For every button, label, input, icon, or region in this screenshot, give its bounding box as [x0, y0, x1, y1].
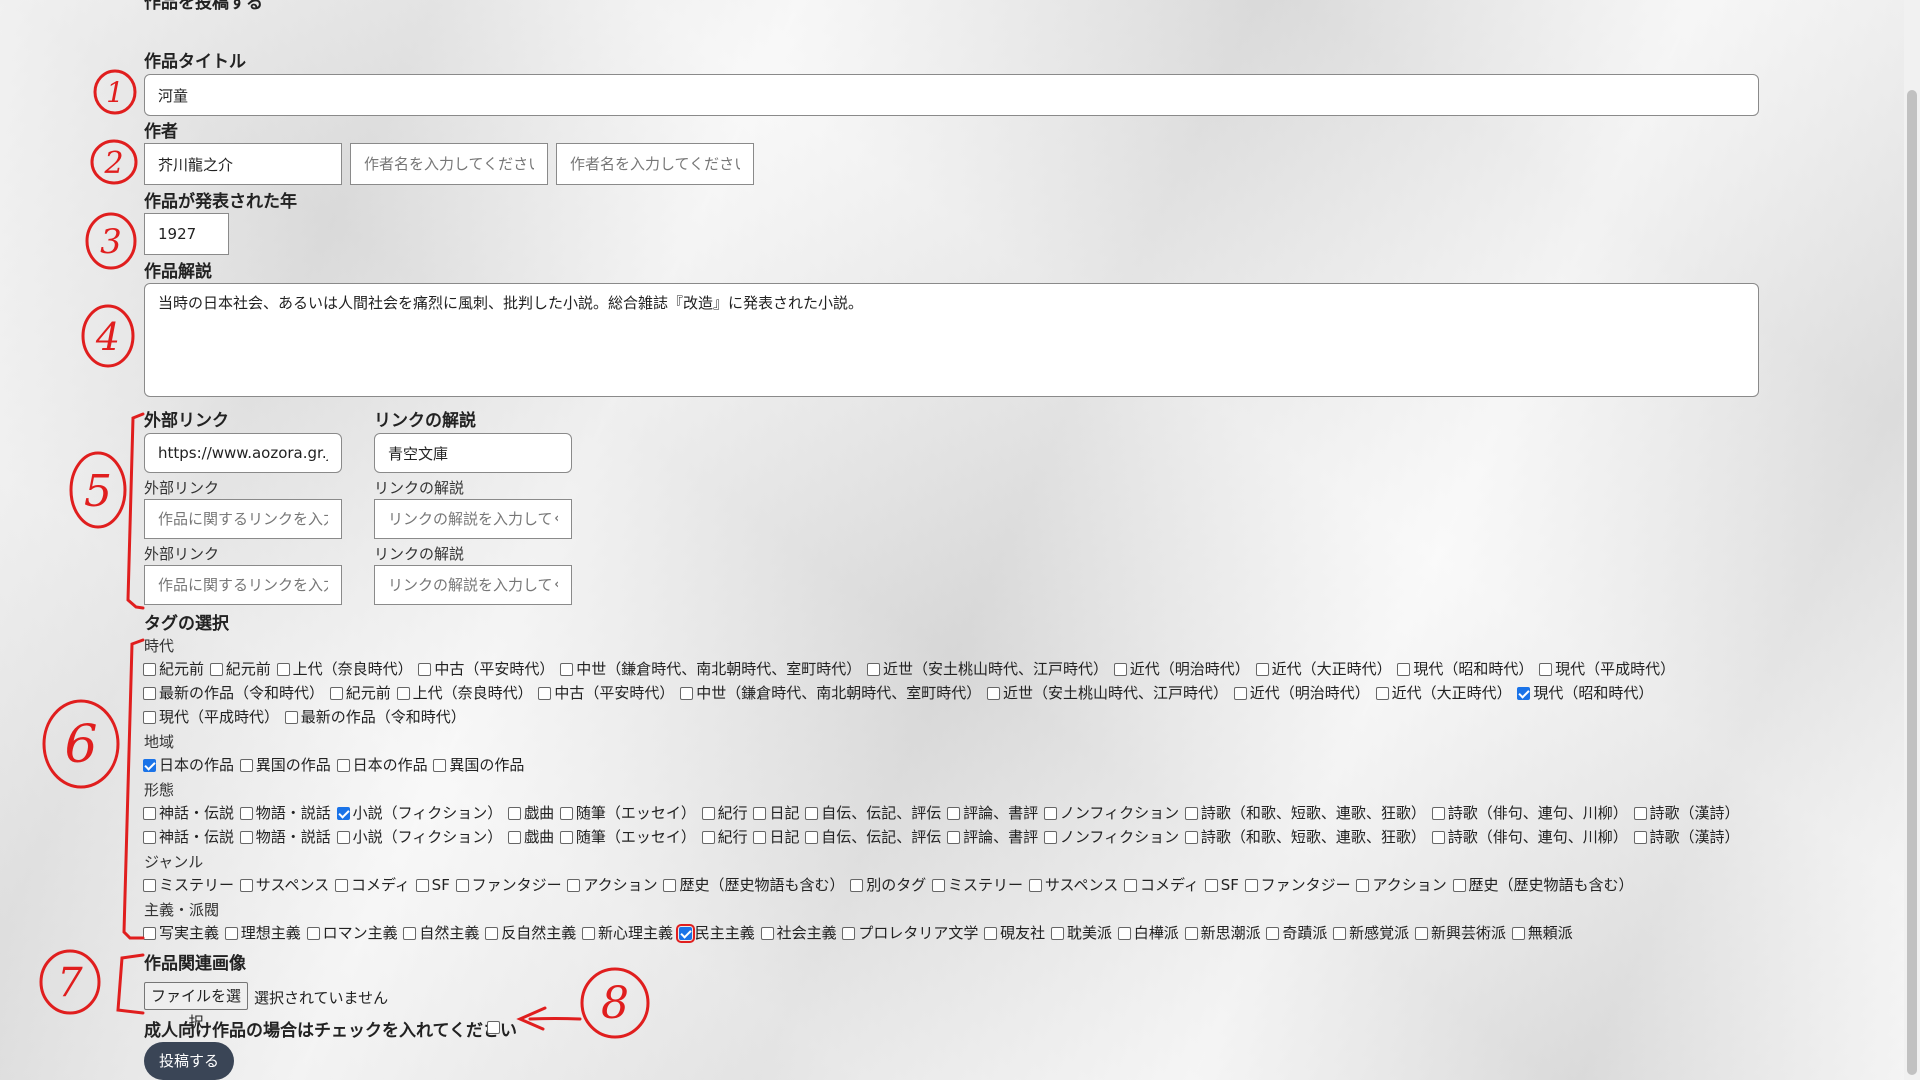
- annotation-arrow-shaft: [528, 1017, 582, 1021]
- annotation-num-3: 3: [100, 222, 122, 262]
- annotation-bracket-6: [122, 638, 145, 940]
- annotation-bracket-5: [126, 412, 145, 610]
- annotation-num-8: 8: [601, 978, 629, 1029]
- annotation-num-5: 5: [84, 466, 112, 517]
- annotation-num-6: 6: [64, 715, 97, 775]
- annotation-bracket-7: [116, 953, 145, 1015]
- annotation-num-1: 1: [106, 76, 124, 109]
- annotation-num-7: 7: [57, 960, 83, 1006]
- annotation-layer: 1 2 3 4 5 6 7 8: [39, 69, 650, 1039]
- annotation-num-2: 2: [103, 146, 123, 181]
- annotation-num-4: 4: [95, 315, 120, 359]
